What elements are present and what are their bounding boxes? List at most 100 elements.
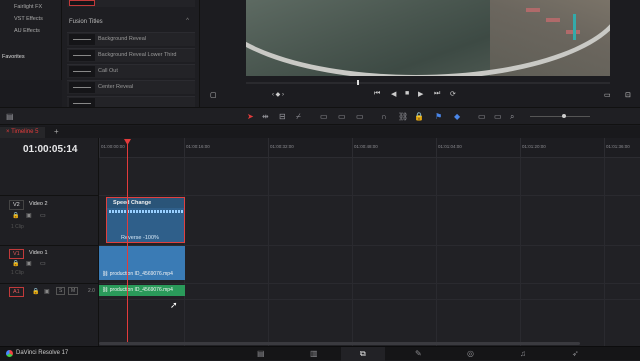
effect-item[interactable]: Center Reveal [67,80,195,94]
ruler-label: 01:00:16:00 [186,144,210,149]
solo-button[interactable]: S [56,287,66,295]
clip-audio-1[interactable]: ⛓ production ID_4569076.mp4 [99,285,185,296]
effects-list-panel: Fusion Titles ^ Background Reveal Backgr… [62,0,200,107]
lock-icon[interactable]: 🔒 [12,212,19,219]
track-badge-a1[interactable]: A1 [9,287,24,297]
stop-button[interactable]: ■ [405,90,409,97]
lane-separator [99,299,640,300]
effect-thumbnail [69,66,95,77]
nav-item-au-effects[interactable]: AU Effects [14,28,40,34]
cut-page-icon[interactable]: ▥ [310,349,318,358]
play-reverse-button[interactable]: ◀ [391,90,396,98]
track-enable-icon[interactable]: ▭ [40,260,46,267]
effect-item[interactable]: Background Reveal Lower Third [67,48,195,62]
effect-item[interactable]: Call Out [67,64,195,78]
ruler-tick [604,138,605,158]
effect-item[interactable]: Background Reveal [67,32,195,46]
nav-item-fairlight-fx[interactable]: Fairlight FX [14,4,42,10]
effect-thumbnail [69,50,95,61]
ruler-label: 01:00:48:00 [354,144,378,149]
clip-title: Speed Change [113,200,152,206]
timeline-horizontal-scrollbar[interactable] [99,342,580,345]
loop-button[interactable]: ⟳ [450,90,456,98]
mute-button[interactable]: M [68,287,79,295]
marker-icon[interactable]: ◆ [454,112,460,121]
davinci-logo-icon [6,350,13,357]
speed-indicator [109,210,183,213]
blade-tool-icon[interactable]: ⌿ [296,112,301,122]
clip-count: 1 Clip [11,270,24,276]
effect-thumbnail [69,82,95,93]
track-badge-v2[interactable]: V2 [9,200,24,210]
play-button[interactable]: ▶ [418,90,423,98]
effect-item-selected[interactable] [67,0,195,7]
track-badge-v1[interactable]: V1 [9,249,24,259]
link-icon: ⛓ [102,271,110,277]
auto-select-icon[interactable]: ▣ [44,288,50,295]
timeline-ruler[interactable]: 01:00:00:00 01:00:16:00 01:00:32:00 01:0… [99,138,640,158]
overwrite-clip-icon[interactable]: ▭ [338,112,346,121]
edit-page-icon[interactable]: ⧉ [360,349,366,359]
lock-icon[interactable]: 🔒 [32,288,39,295]
dynamic-trim-icon[interactable]: ⊟ [279,112,286,121]
audio-icon[interactable]: ▭ [604,91,611,99]
timeline-playhead[interactable] [127,140,128,345]
collapse-chevron-icon[interactable]: ^ [186,18,189,24]
viewer-size-icon[interactable]: ▢ [210,91,217,99]
nav-item-favorites[interactable]: Favorites [2,54,25,60]
snapping-icon[interactable]: ∩ [381,112,387,121]
clip-name-text: production ID_4569076.mp4 [109,287,173,293]
zoom-detail-icon[interactable]: ▭ [494,112,502,121]
viewer-image[interactable] [246,0,610,76]
zoom-slider-track[interactable] [530,116,590,117]
go-to-end-button[interactable]: ⏭ [434,90,440,98]
layout-icon[interactable]: ▤ [6,112,14,121]
expand-icon[interactable]: ⊡ [625,91,631,99]
effect-thumbnail [69,34,95,45]
fusion-page-icon[interactable]: ✎ [415,349,422,358]
auto-select-icon[interactable]: ▣ [26,212,32,219]
color-page-icon[interactable]: ◎ [467,349,474,358]
deliver-page-icon[interactable]: ➶ [572,349,579,358]
frame-nav-icon[interactable]: ‹ ◆ › [272,91,284,98]
flag-icon[interactable]: ⚑ [435,112,442,121]
track-name-v1[interactable]: Video 1 [29,250,48,256]
effect-item[interactable] [67,96,195,107]
ruler-tick [520,138,521,158]
zoom-custom-icon[interactable]: ⌕ [510,112,514,122]
kerb-stripe [526,8,540,12]
track-name-v2[interactable]: Video 2 [29,201,48,207]
ruler-label: 01:01:04:00 [438,144,462,149]
clip-count: 1 Clip [11,224,24,230]
timeline-timecode[interactable]: 01:00:05:14 [23,144,77,155]
grid-line [604,158,605,346]
marker-pole [573,14,576,40]
replace-clip-icon[interactable]: ▭ [356,112,364,121]
zoom-full-icon[interactable]: ▭ [478,112,486,121]
trim-tool-icon[interactable]: ⇹ [262,112,269,121]
ruler-tick [268,138,269,158]
track-enable-icon[interactable]: ▭ [40,212,46,219]
ruler-tick [436,138,437,158]
position-lock-icon[interactable]: 🔒 [414,112,424,121]
add-tab-icon[interactable]: + [54,127,59,136]
link-icon: ⛓ [102,287,110,293]
viewer-playhead[interactable] [357,80,359,85]
go-to-start-button[interactable]: ⏮ [374,90,380,98]
insert-clip-icon[interactable]: ▭ [320,112,328,121]
tab-timeline-5[interactable]: × Timeline 5 [0,127,45,138]
kerb-stripe [546,18,560,22]
auto-select-icon[interactable]: ▣ [26,260,32,267]
tab-label: Timeline 5 [11,129,39,135]
media-page-icon[interactable]: ▤ [257,349,265,358]
fairlight-page-icon[interactable]: ♫ [520,349,526,358]
clip-video-1[interactable]: ⛓ production ID_4569076.mp4 [99,246,185,280]
lock-icon[interactable]: 🔒 [12,260,19,267]
nav-item-vst-effects[interactable]: VST Effects [14,16,43,22]
clip-speed-change[interactable]: Speed Change Reverse -100% [106,197,185,243]
selection-tool-icon[interactable]: ➤ [247,112,254,121]
zoom-slider-handle[interactable] [562,114,566,118]
linked-selection-icon[interactable]: ⛓ [398,112,408,121]
viewer-scrubber[interactable] [246,82,610,84]
track-header-v1: V1 Video 1 🔒 ▣ ▭ 1 Clip [0,245,99,283]
